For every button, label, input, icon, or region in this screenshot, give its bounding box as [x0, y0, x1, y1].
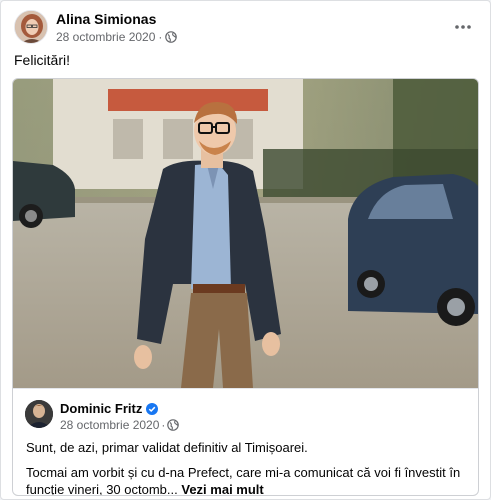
shared-post-text-line2: Tocmai am vorbit și cu d-na Prefect, car… — [26, 464, 471, 495]
author-name[interactable]: Alina Simionas — [56, 11, 156, 27]
more-options-icon — [455, 25, 471, 29]
shared-post-card[interactable]: Dominic Fritz 28 octombrie 2020 · Sunt, d… — [12, 78, 479, 496]
meta-separator: · — [158, 30, 163, 44]
meta-separator: · — [161, 418, 166, 432]
shared-post-photo[interactable] — [13, 79, 479, 388]
shared-post-body: Dominic Fritz 28 octombrie 2020 · Sunt, d… — [13, 388, 478, 495]
post-meta: 28 octombrie 2020 · — [56, 30, 178, 44]
shared-author-avatar[interactable] — [25, 400, 53, 428]
shared-post-meta: 28 octombrie 2020 · — [60, 418, 180, 432]
shared-author-name-line: Dominic Fritz — [60, 401, 159, 416]
post-date[interactable]: 28 octombrie 2020 — [56, 30, 155, 44]
see-more-link[interactable]: Vezi mai mult — [181, 482, 263, 495]
more-options-button[interactable] — [450, 14, 476, 40]
verified-badge-icon — [146, 403, 159, 415]
post-header: Alina Simionas 28 octombrie 2020 · — [14, 10, 480, 44]
author-avatar[interactable] — [14, 10, 48, 44]
post-text: Felicitări! — [14, 52, 71, 68]
globe-icon[interactable] — [165, 31, 178, 43]
shared-post-text-line1: Sunt, de azi, primar validat definitiv a… — [26, 440, 308, 455]
parked-car-right — [348, 174, 478, 326]
globe-icon[interactable] — [167, 419, 180, 431]
shared-author-name[interactable]: Dominic Fritz — [60, 401, 142, 416]
shared-post-date[interactable]: 28 octombrie 2020 — [60, 418, 159, 432]
feed-post: Alina Simionas 28 octombrie 2020 · Felici… — [0, 0, 491, 500]
